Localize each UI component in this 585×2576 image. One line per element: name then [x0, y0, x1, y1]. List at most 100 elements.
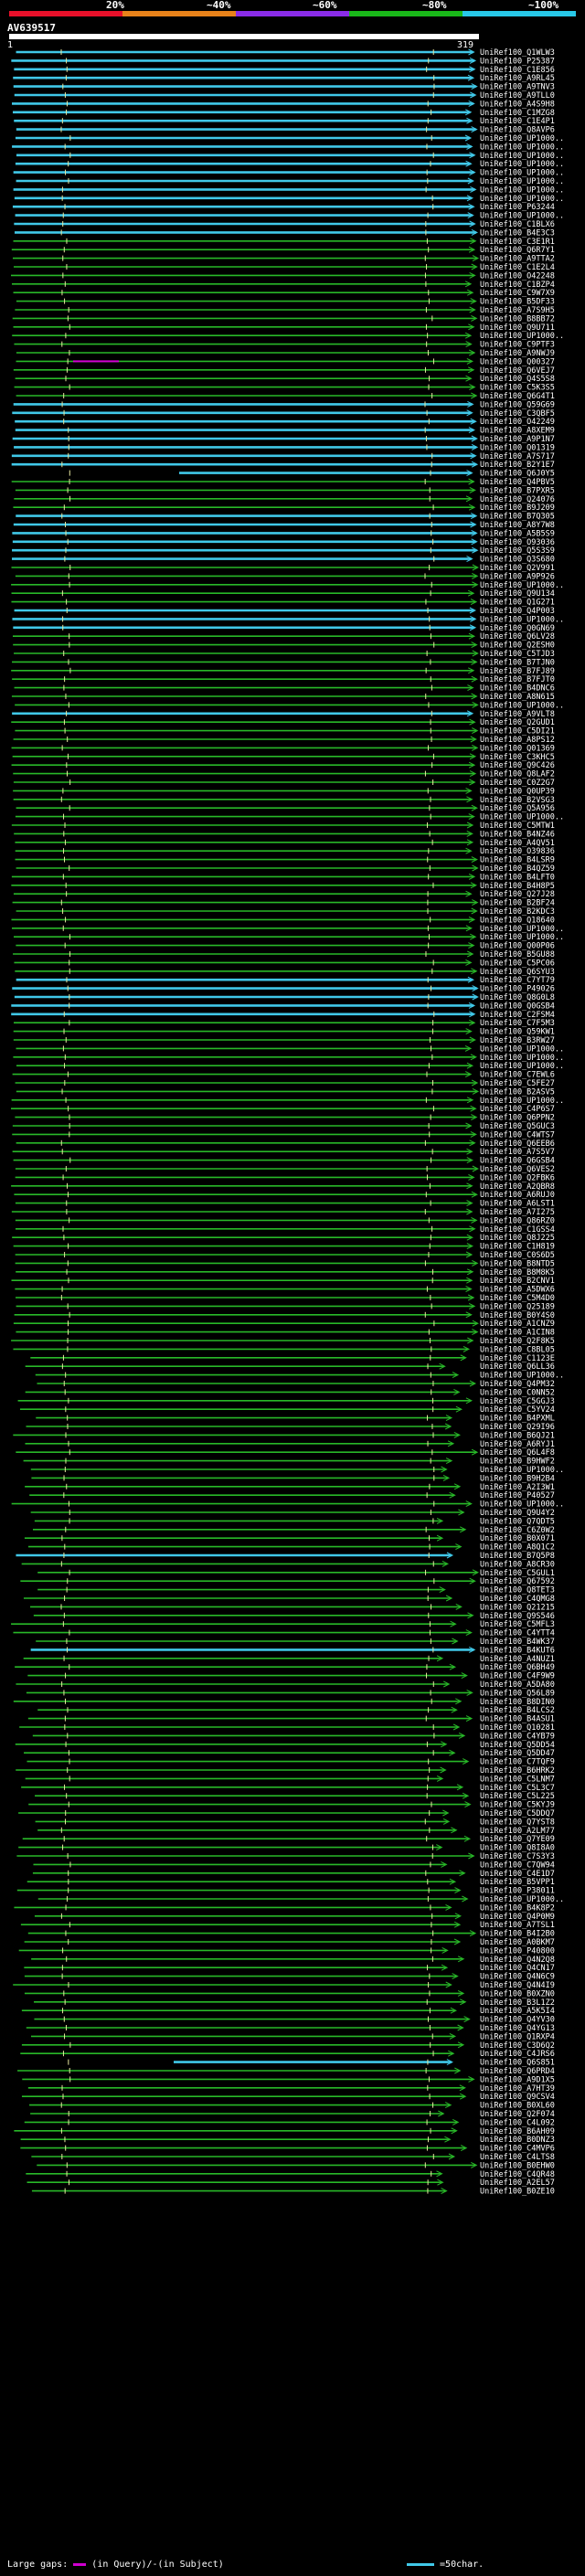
hit-row[interactable]: UniRef100_Q6LV28 [12, 632, 555, 641]
hit-row[interactable]: UniRef100_B3L1Z2 [34, 1998, 555, 2008]
hit-row[interactable]: UniRef100_B2VSG3 [13, 796, 555, 805]
hit-row[interactable]: UniRef100_C3QBF5 [12, 409, 555, 419]
hit-row[interactable]: UniRef100_C5GUL1 [37, 1569, 555, 1578]
hit-row[interactable]: UniRef100_Q21215 [30, 1603, 555, 1612]
hit-row[interactable]: UniRef100_Q8TET3 [37, 1586, 555, 1595]
hit-row[interactable]: UniRef100_A6LST1 [15, 1200, 555, 1209]
hit-row[interactable]: UniRef100_Q9U134 [11, 589, 555, 599]
hit-row[interactable]: UniRef100_C1123E [30, 1354, 555, 1363]
hit-row[interactable]: UniRef100_B9H2B4 [31, 1474, 555, 1483]
hit-row[interactable]: UniRef100_C5L225 [35, 1792, 555, 1801]
hit-row[interactable]: UniRef100_C1E856 [14, 66, 555, 75]
hit-row[interactable]: UniRef100_Q86RZ0 [15, 1216, 555, 1225]
hit-row[interactable]: UniRef100_A9VLT8 [12, 710, 555, 719]
hit-row[interactable]: UniRef100_C9PTF3 [14, 341, 555, 350]
hit-row[interactable]: UniRef100_Q25189 [16, 1302, 555, 1311]
hit-row[interactable]: UniRef100_C1GSS4 [15, 1225, 555, 1235]
hit-row[interactable]: UniRef100_P40527 [29, 1491, 555, 1500]
hit-row[interactable]: UniRef100_C4F9W9 [27, 1672, 555, 1681]
hit-row[interactable]: UniRef100_Q10281 [19, 1723, 555, 1733]
hit-row[interactable]: UniRef100_Q00P06 [16, 942, 555, 951]
hit-row[interactable]: UniRef100_A9TLL0 [14, 91, 555, 101]
hit-row[interactable]: UniRef100_B8NTD5 [15, 1259, 555, 1268]
hit-row[interactable]: UniRef100_C4E1D7 [32, 1870, 555, 1879]
hit-row[interactable]: UniRef100_Q4YV30 [34, 2016, 555, 2025]
hit-row[interactable]: UniRef100_B0X071 [24, 1534, 555, 1543]
hit-row[interactable]: UniRef100_C1E2L4 [13, 263, 555, 272]
hit-row[interactable]: UniRef100_A7TSL1 [20, 1921, 555, 1930]
hit-row[interactable]: UniRef100_Q0GSB4 [11, 1002, 555, 1011]
hit-row[interactable]: UniRef100_Q7YST8 [35, 1818, 555, 1827]
hit-row[interactable]: UniRef100_A0BKM7 [24, 1938, 555, 1947]
hit-row[interactable]: UniRef100_P49026 [12, 985, 555, 994]
hit-row[interactable]: UniRef100_A6RYJ1 [25, 1440, 555, 1449]
hit-row[interactable]: UniRef100_C4YTT4 [13, 1629, 555, 1638]
hit-row[interactable]: UniRef100_Q9U4Y2 [30, 1509, 555, 1518]
hit-row[interactable]: UniRef100_Q6PPN2 [15, 1114, 555, 1123]
hit-row[interactable]: UniRef100_B3RW27 [13, 1036, 555, 1045]
hit-row[interactable]: UniRef100_O42248 [11, 271, 555, 281]
hit-row[interactable]: UniRef100_C7TQF9 [27, 1758, 555, 1767]
hit-row[interactable]: UniRef100_A5DWX6 [15, 1286, 555, 1295]
hit-row[interactable]: UniRef100_A9P926 [15, 572, 555, 581]
hit-row[interactable]: UniRef100_Q27J28 [13, 890, 555, 899]
hit-row[interactable]: UniRef100_Q4N2Q8 [31, 1956, 555, 1965]
hit-row[interactable]: UniRef100_Q7QDT5 [34, 1517, 555, 1526]
hit-row[interactable]: UniRef100_C5DDQ7 [18, 1809, 555, 1818]
hit-row[interactable]: UniRef100_B2KDC3 [16, 907, 555, 917]
hit-row[interactable]: UniRef100_Q01319 [14, 443, 555, 452]
hit-row[interactable]: UniRef100_O42249 [15, 418, 555, 427]
hit-row[interactable]: UniRef100_C5FE27 [15, 1079, 555, 1088]
hit-row[interactable]: UniRef100_Q29I96 [26, 1423, 555, 1432]
hit-row[interactable]: UniRef100_C5YV24 [19, 1405, 555, 1415]
hit-row[interactable]: UniRef100_B2ASV5 [16, 1087, 555, 1097]
hit-row[interactable]: UniRef100_Q2ESH0 [13, 641, 555, 651]
hit-row[interactable]: UniRef100_C5GGJ3 [17, 1397, 555, 1406]
hit-row[interactable]: UniRef100_P63244 [12, 203, 555, 212]
hit-row[interactable]: UniRef100_B7FJT0 [12, 675, 555, 684]
hit-row[interactable]: UniRef100_Q8G0L8 [14, 993, 555, 1002]
hit-row[interactable]: UniRef100_Q4P003 [14, 607, 555, 616]
hit-row[interactable]: UniRef100_P25387 [11, 57, 555, 66]
hit-row[interactable]: UniRef100_A9P1N7 [12, 435, 555, 444]
hit-row[interactable]: UniRef100_C5MFL3 [11, 1620, 555, 1629]
hit-row[interactable]: UniRef100_B2Y1E7 [11, 461, 555, 470]
hit-row[interactable]: UniRef100_C5PC06 [14, 959, 555, 968]
hit-row[interactable]: UniRef100_C2FSM4 [11, 1011, 555, 1020]
hit-row[interactable]: UniRef100_Q9CSV4 [21, 2093, 555, 2102]
hit-row[interactable]: UniRef100_A5DA80 [16, 1680, 555, 1690]
hit-row[interactable]: UniRef100_Q4N4I9 [13, 1981, 555, 1990]
hit-row[interactable]: UniRef100_Q5S3S9 [12, 546, 555, 556]
hit-row[interactable]: UniRef100_Q8LAF2 [13, 770, 555, 779]
hit-row[interactable]: UniRef100_C4QR48 [26, 2170, 555, 2179]
hit-row[interactable]: UniRef100_B4LSR9 [15, 856, 555, 865]
hit-row[interactable]: UniRef100_A2I3W1 [25, 1483, 555, 1492]
hit-row[interactable]: UniRef100_Q6G4T1 [16, 392, 555, 401]
hit-row[interactable]: UniRef100_B6QJ21 [13, 1431, 555, 1440]
hit-row[interactable]: UniRef100_C1BLX6 [14, 220, 555, 229]
hit-row[interactable]: UniRef100_C8BL05 [13, 1345, 555, 1354]
hit-row[interactable]: UniRef100_C4MVP6 [20, 2145, 555, 2154]
hit-row[interactable]: UniRef100_C7EWL6 [12, 1071, 555, 1080]
hit-row[interactable]: UniRef100_Q3S680 [12, 556, 555, 565]
hit-row[interactable]: UniRef100_Q9U711 [13, 323, 555, 333]
hit-row[interactable]: UniRef100_Q4CN17 [24, 1964, 555, 1973]
hit-row[interactable]: UniRef100_Q59G69 [13, 400, 555, 409]
hit-row[interactable]: UniRef100_B8BB72 [12, 314, 555, 323]
hit-row[interactable]: UniRef100_Q6R7Y1 [11, 246, 555, 255]
hit-row[interactable]: UniRef100_C3E1R1 [13, 238, 555, 247]
hit-row[interactable]: UniRef100_C5DI21 [15, 727, 555, 737]
hit-row[interactable]: UniRef100_B4H8P5 [11, 882, 555, 891]
hit-row[interactable]: UniRef100_Q00327 [16, 357, 555, 366]
hit-row[interactable]: UniRef100_B0XZN0 [24, 1989, 555, 1998]
hit-row[interactable]: UniRef100_A9TNV3 [13, 83, 555, 92]
hit-row[interactable]: UniRef100_B0Y4S0 [14, 1311, 555, 1320]
hit-row[interactable]: UniRef100_Q2V991 [11, 564, 555, 573]
hit-row[interactable]: UniRef100_C4YB79 [32, 1732, 555, 1741]
hit-row[interactable]: UniRef100_B5VPP1 [27, 1878, 555, 1887]
hit-row[interactable]: UniRef100_Q2F8K5 [11, 1337, 555, 1346]
hit-row[interactable]: UniRef100_B4NZ46 [14, 830, 555, 839]
hit-row[interactable]: UniRef100_C6Z0W2 [33, 1526, 555, 1535]
hit-row[interactable]: UniRef100_Q9S546 [33, 1612, 555, 1621]
hit-row[interactable]: UniRef100_A4S9H8 [11, 100, 555, 109]
